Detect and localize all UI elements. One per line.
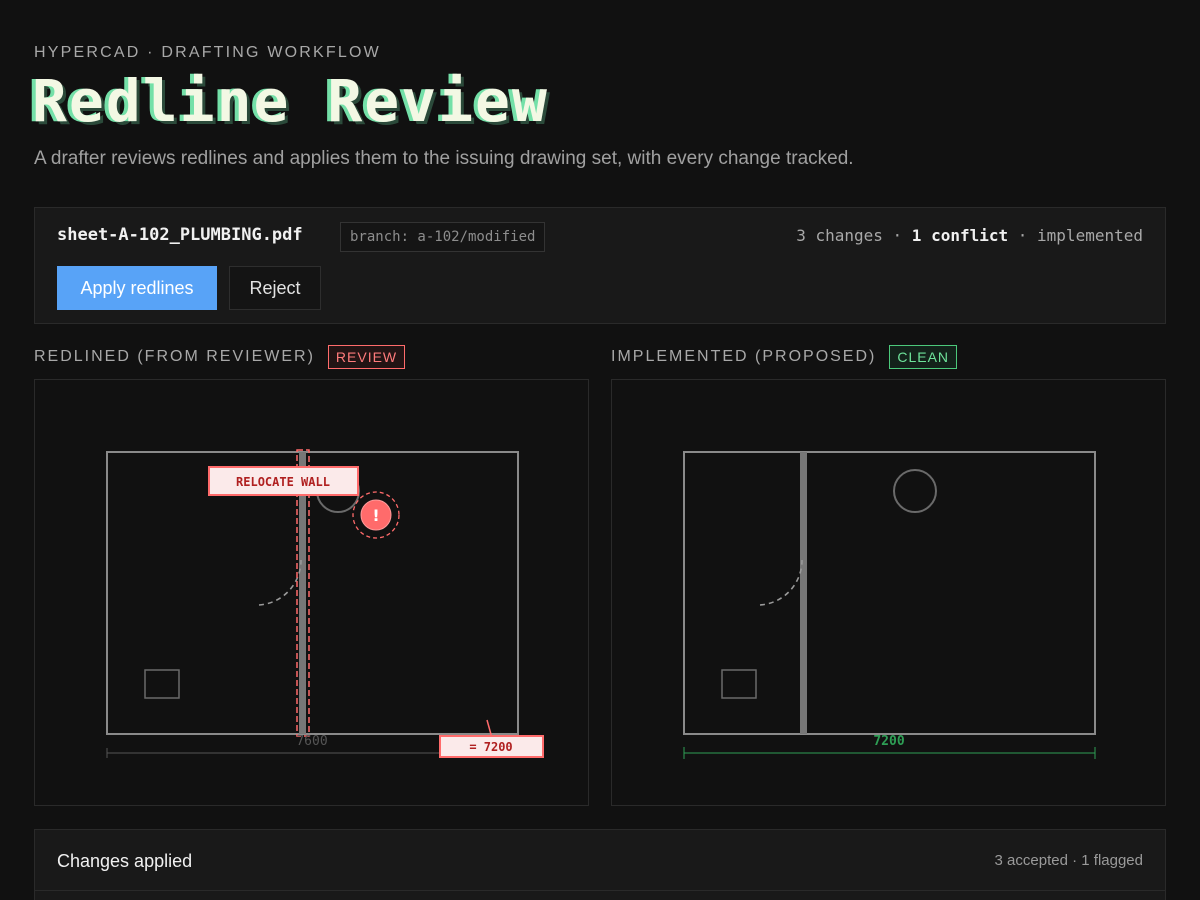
relocated-wall [800,452,807,734]
implemented-panel-header: IMPLEMENTED (PROPOSED) CLEAN [611,345,958,369]
implemented-panel-label: IMPLEMENTED (PROPOSED) [611,348,877,365]
dimension-value: 7200 [873,734,904,749]
changes-applied-section: Changes applied 3 accepted · 1 flagged [34,829,1166,900]
page-title: Redline Review [32,67,549,135]
summary-status: implemented [1037,226,1143,245]
redlined-drawing-panel[interactable]: 7600 RELOCATE WALL ! = 7200 [34,379,589,806]
reject-button[interactable]: Reject [229,266,321,310]
redlined-panel-label: REDLINED (FROM REVIEWER) [34,348,315,365]
summary-separator: · [882,226,912,245]
fixture-box [721,669,757,699]
changes-count: 3 accepted · 1 flagged [994,852,1143,869]
app-eyebrow: HYPERCAD · DRAFTING WORKFLOW [34,44,381,61]
warning-icon-glyph: ! [372,506,379,525]
new-dimension-value[interactable]: = 7200 [469,740,512,754]
fixture-circle [893,469,937,513]
change-summary: 3 changes · 1 conflict · implemented [796,226,1143,245]
summary-changes: 3 changes [796,226,883,245]
redlined-drawing: 7600 RELOCATE WALL ! = 7200 [106,449,544,758]
door-swing [258,559,302,606]
summary-conflict: 1 conflict [911,226,1009,245]
file-bar: sheet-A-102_PLUMBING.pdf branch: a-102/m… [34,207,1166,324]
page-subtitle: A drafter reviews redlines and applies t… [34,148,854,169]
clean-badge: CLEAN [889,345,958,369]
old-dimension-value: 7600 [296,734,327,749]
review-badge: REVIEW [327,345,406,369]
file-name: sheet-A-102_PLUMBING.pdf [57,225,303,245]
branch-badge: branch: a-102/modified [340,222,546,252]
fixture-box [144,669,180,699]
section-divider [35,890,1165,891]
implemented-drawing-panel[interactable]: 7200 [611,379,1166,806]
door-swing [759,559,803,606]
relocate-wall-callout[interactable]: RELOCATE WALL [236,475,330,489]
implemented-drawing: 7200 [683,451,1096,759]
apply-redlines-button[interactable]: Apply redlines [57,266,217,310]
changes-title: Changes applied [57,851,193,871]
summary-separator: · [1008,226,1038,245]
room-outline [683,451,1096,735]
redlined-panel-header: REDLINED (FROM REVIEWER) REVIEW [34,345,406,369]
